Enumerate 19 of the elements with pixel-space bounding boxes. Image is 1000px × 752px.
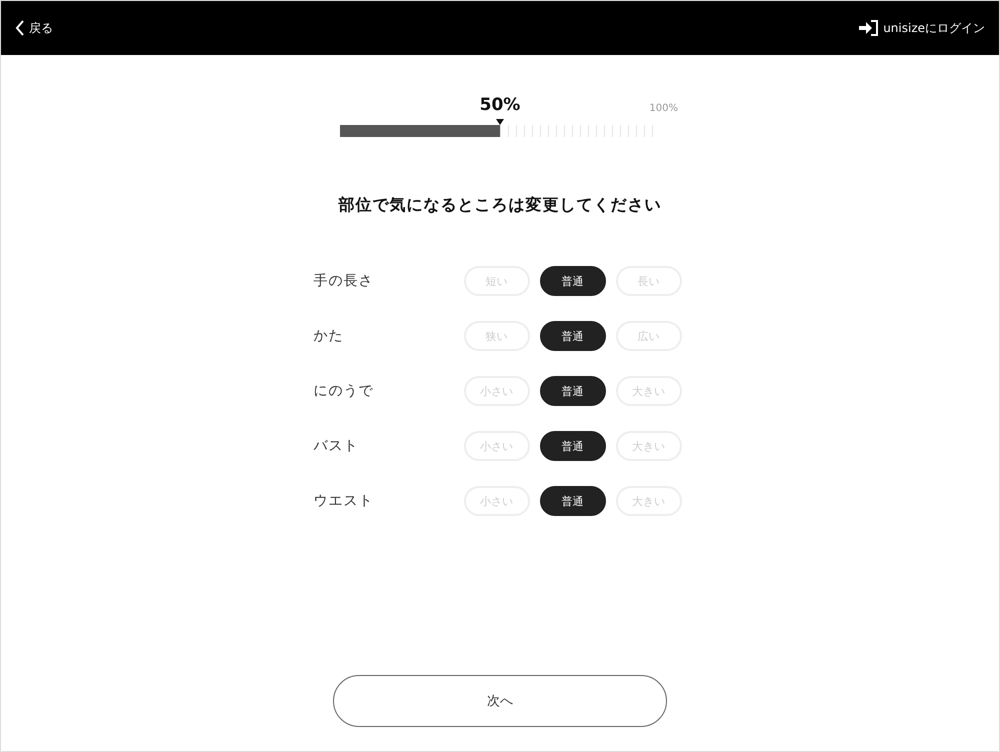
row-label: ウエスト: [314, 492, 374, 510]
login-button[interactable]: unisizeにログイン: [859, 20, 985, 36]
progress-max-label: 100%: [649, 103, 678, 114]
row-label: にのうで: [314, 382, 374, 400]
next-button[interactable]: 次へ: [333, 675, 667, 727]
option-button[interactable]: 普通: [540, 376, 606, 406]
chevron-left-icon: [15, 20, 25, 36]
row-label: かた: [314, 327, 344, 345]
option-button[interactable]: 普通: [540, 266, 606, 296]
row-label: 手の長さ: [314, 272, 374, 290]
row-label: バスト: [314, 437, 360, 455]
option-button[interactable]: 普通: [540, 321, 606, 351]
option-button[interactable]: 普通: [540, 486, 606, 516]
progress-reading: 50%: [480, 95, 520, 115]
heading: 部位で気になるところは変更してください: [338, 195, 662, 216]
back-button[interactable]: 戻る: [15, 20, 53, 36]
pointer-icon: [496, 119, 504, 125]
login-icon: [859, 20, 880, 36]
option-button[interactable]: 普通: [540, 431, 606, 461]
